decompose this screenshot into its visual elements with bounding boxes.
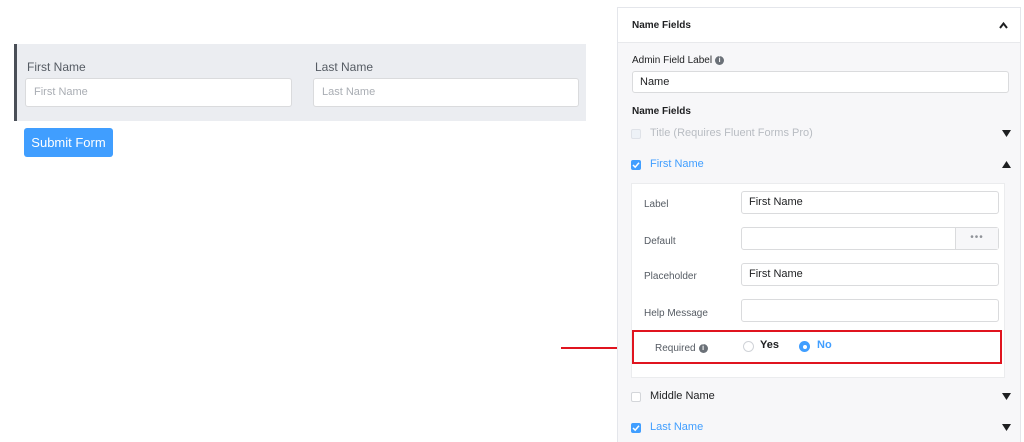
first-name-input[interactable]: First Name — [25, 78, 292, 107]
last-name-checkbox[interactable] — [631, 423, 641, 433]
required-no-radio[interactable] — [799, 341, 810, 352]
caret-up-icon[interactable] — [1002, 161, 1011, 168]
submit-form-button[interactable]: Submit Form — [24, 128, 113, 157]
middle-name-checkbox[interactable] — [631, 392, 641, 402]
checkmark-icon — [632, 425, 640, 432]
option-middle-name[interactable]: Middle Name — [631, 389, 1011, 405]
help-message-setting-label: Help Message — [644, 308, 708, 319]
caret-down-icon[interactable] — [1002, 130, 1011, 137]
info-icon[interactable]: i — [715, 55, 725, 65]
caret-down-icon[interactable] — [1002, 424, 1011, 431]
caret-down-icon[interactable] — [1002, 393, 1011, 400]
option-title-label: Title (Requires Fluent Forms Pro) — [650, 127, 813, 139]
first-name-checkbox[interactable] — [631, 160, 641, 170]
help-message-setting-input[interactable] — [741, 299, 999, 322]
admin-field-label: Admin Field Label i — [632, 55, 725, 66]
option-last-name-label: Last Name — [650, 421, 704, 433]
required-no-label[interactable]: No — [817, 339, 832, 351]
required-setting-label: Required i — [655, 343, 708, 354]
label-setting-input[interactable]: First Name — [741, 191, 999, 214]
admin-field-label-text: Admin Field Label — [632, 55, 713, 66]
required-setting-highlight: Required i Yes No — [632, 330, 1002, 364]
admin-field-label-input[interactable]: Name — [632, 71, 1009, 93]
required-yes-radio[interactable] — [743, 341, 754, 352]
name-fields-section-title: Name Fields — [632, 106, 691, 117]
first-name-label: First Name — [27, 60, 86, 74]
default-setting-input[interactable]: ••• — [741, 227, 999, 250]
required-label-text: Required — [655, 343, 696, 354]
settings-panel: Name Fields Admin Field Label i Name Name… — [617, 7, 1021, 442]
option-last-name[interactable]: Last Name — [631, 420, 1011, 436]
last-name-label: Last Name — [315, 60, 374, 74]
required-yes-label[interactable]: Yes — [760, 339, 779, 351]
option-middle-name-label: Middle Name — [650, 390, 715, 402]
panel-title: Name Fields — [632, 20, 691, 31]
more-options-button[interactable]: ••• — [955, 228, 998, 249]
option-first-name-label: First Name — [650, 158, 704, 170]
last-name-input[interactable]: Last Name — [313, 78, 579, 107]
collapse-chevron-up-icon[interactable] — [999, 21, 1008, 30]
title-checkbox[interactable] — [631, 129, 641, 139]
info-icon[interactable]: i — [698, 343, 708, 353]
panel-header[interactable]: Name Fields — [618, 8, 1020, 43]
placeholder-setting-label: Placeholder — [644, 271, 697, 282]
label-setting-label: Label — [644, 199, 669, 210]
option-title[interactable]: Title (Requires Fluent Forms Pro) — [631, 126, 1011, 142]
form-preview: First Name First Name Last Name Last Nam… — [14, 44, 586, 121]
default-setting-label: Default — [644, 236, 676, 247]
option-first-name[interactable]: First Name — [631, 157, 1011, 173]
placeholder-setting-input[interactable]: First Name — [741, 263, 999, 286]
checkmark-icon — [632, 162, 640, 169]
